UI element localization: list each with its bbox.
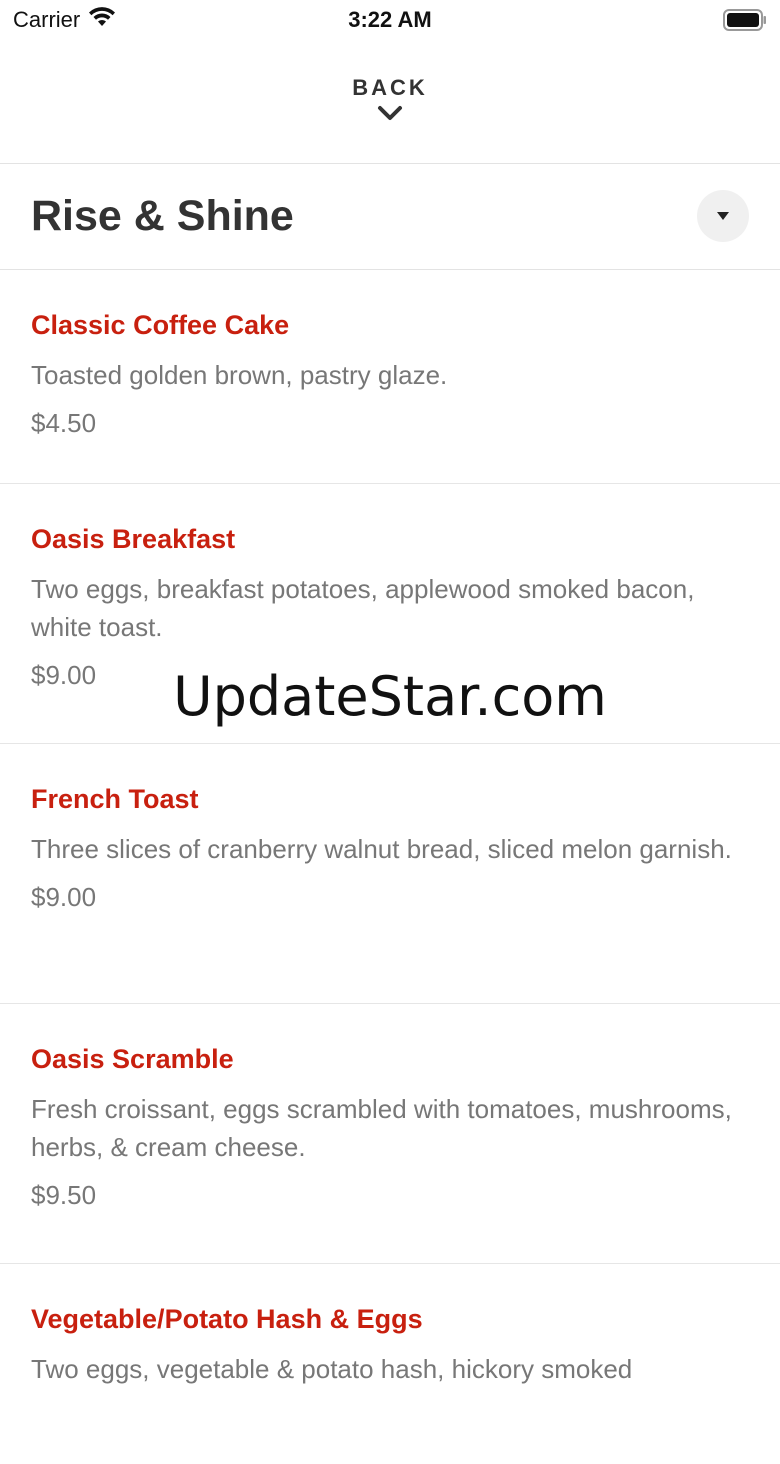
back-label: BACK [352,75,428,100]
menu-item-name: Classic Coffee Cake [31,310,290,340]
menu-item-name: Oasis Breakfast [31,524,236,554]
menu-item-price: $9.50 [31,1180,97,1210]
menu-item-price: $9.00 [31,660,97,690]
menu-item[interactable]: Oasis Breakfast Two eggs, breakfast pota… [0,484,780,744]
menu-item-price: $4.50 [31,408,97,438]
chevron-down-icon [290,105,490,128]
caret-down-icon [716,209,730,224]
back-bar: BACK [0,40,780,164]
section-dropdown-button[interactable] [697,190,749,242]
back-button[interactable]: BACK [290,70,490,140]
menu-item-description: Two eggs, vegetable & potato hash, hicko… [31,1354,633,1384]
battery-icon [723,9,767,36]
menu-item[interactable]: Oasis Scramble Fresh croissant, eggs scr… [0,1004,780,1264]
menu-item-description: Toasted golden brown, pastry glaze. [31,360,448,390]
menu-item-description: Fresh croissant, eggs scrambled with tom… [31,1094,732,1162]
menu-item-description: Two eggs, breakfast potatoes, applewood … [31,574,695,642]
menu-list: Classic Coffee Cake Toasted golden brown… [0,270,780,1464]
status-bar: Carrier 3:22 AM [0,0,780,40]
menu-item[interactable]: French Toast Three slices of cranberry w… [0,744,780,1004]
menu-item-price: $9.00 [31,882,97,912]
section-title: Rise & Shine [31,192,294,240]
section-header: Rise & Shine [0,164,780,270]
menu-item-name: French Toast [31,784,199,814]
menu-item[interactable]: Classic Coffee Cake Toasted golden brown… [0,270,780,484]
menu-item-name: Oasis Scramble [31,1044,234,1074]
menu-item-name: Vegetable/Potato Hash & Eggs [31,1304,423,1334]
status-time: 3:22 AM [348,7,432,32]
menu-item[interactable]: Vegetable/Potato Hash & Eggs Two eggs, v… [0,1264,780,1464]
menu-item-description: Three slices of cranberry walnut bread, … [31,834,732,864]
